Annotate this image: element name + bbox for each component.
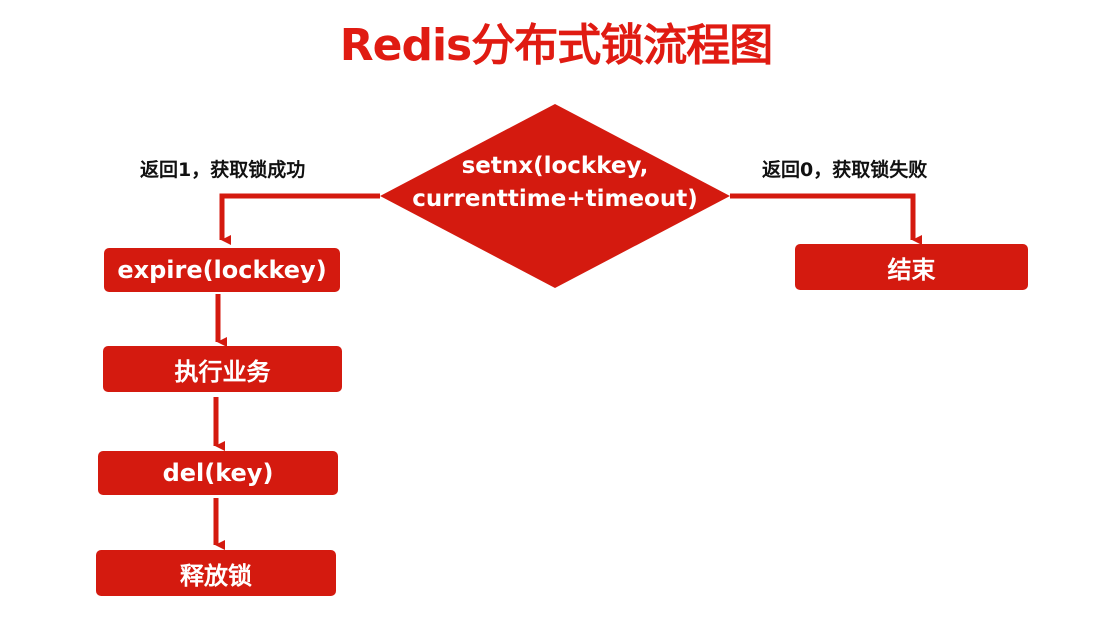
release-step-box: 释放锁 xyxy=(96,550,336,596)
success-branch-label: 返回1，获取锁成功 xyxy=(140,159,306,181)
expire-step-box: expire(lockkey) xyxy=(104,248,340,292)
end-box: 结束 xyxy=(795,244,1028,290)
delete-step-box: del(key) xyxy=(98,451,338,495)
success-branch-connector xyxy=(219,193,380,245)
execute-step-box: 执行业务 xyxy=(103,346,342,392)
failure-branch-connector xyxy=(730,193,922,245)
flowchart-canvas xyxy=(213,104,922,550)
decision-line-2: currenttime+timeout) xyxy=(412,186,698,212)
failure-branch-label: 返回0，获取锁失败 xyxy=(762,159,928,181)
diagram-title: Redis分布式锁流程图 xyxy=(339,20,774,71)
decision-label: setnx(lockkey, currenttime+timeout) xyxy=(390,150,720,216)
decision-line-1: setnx(lockkey, xyxy=(461,153,649,179)
